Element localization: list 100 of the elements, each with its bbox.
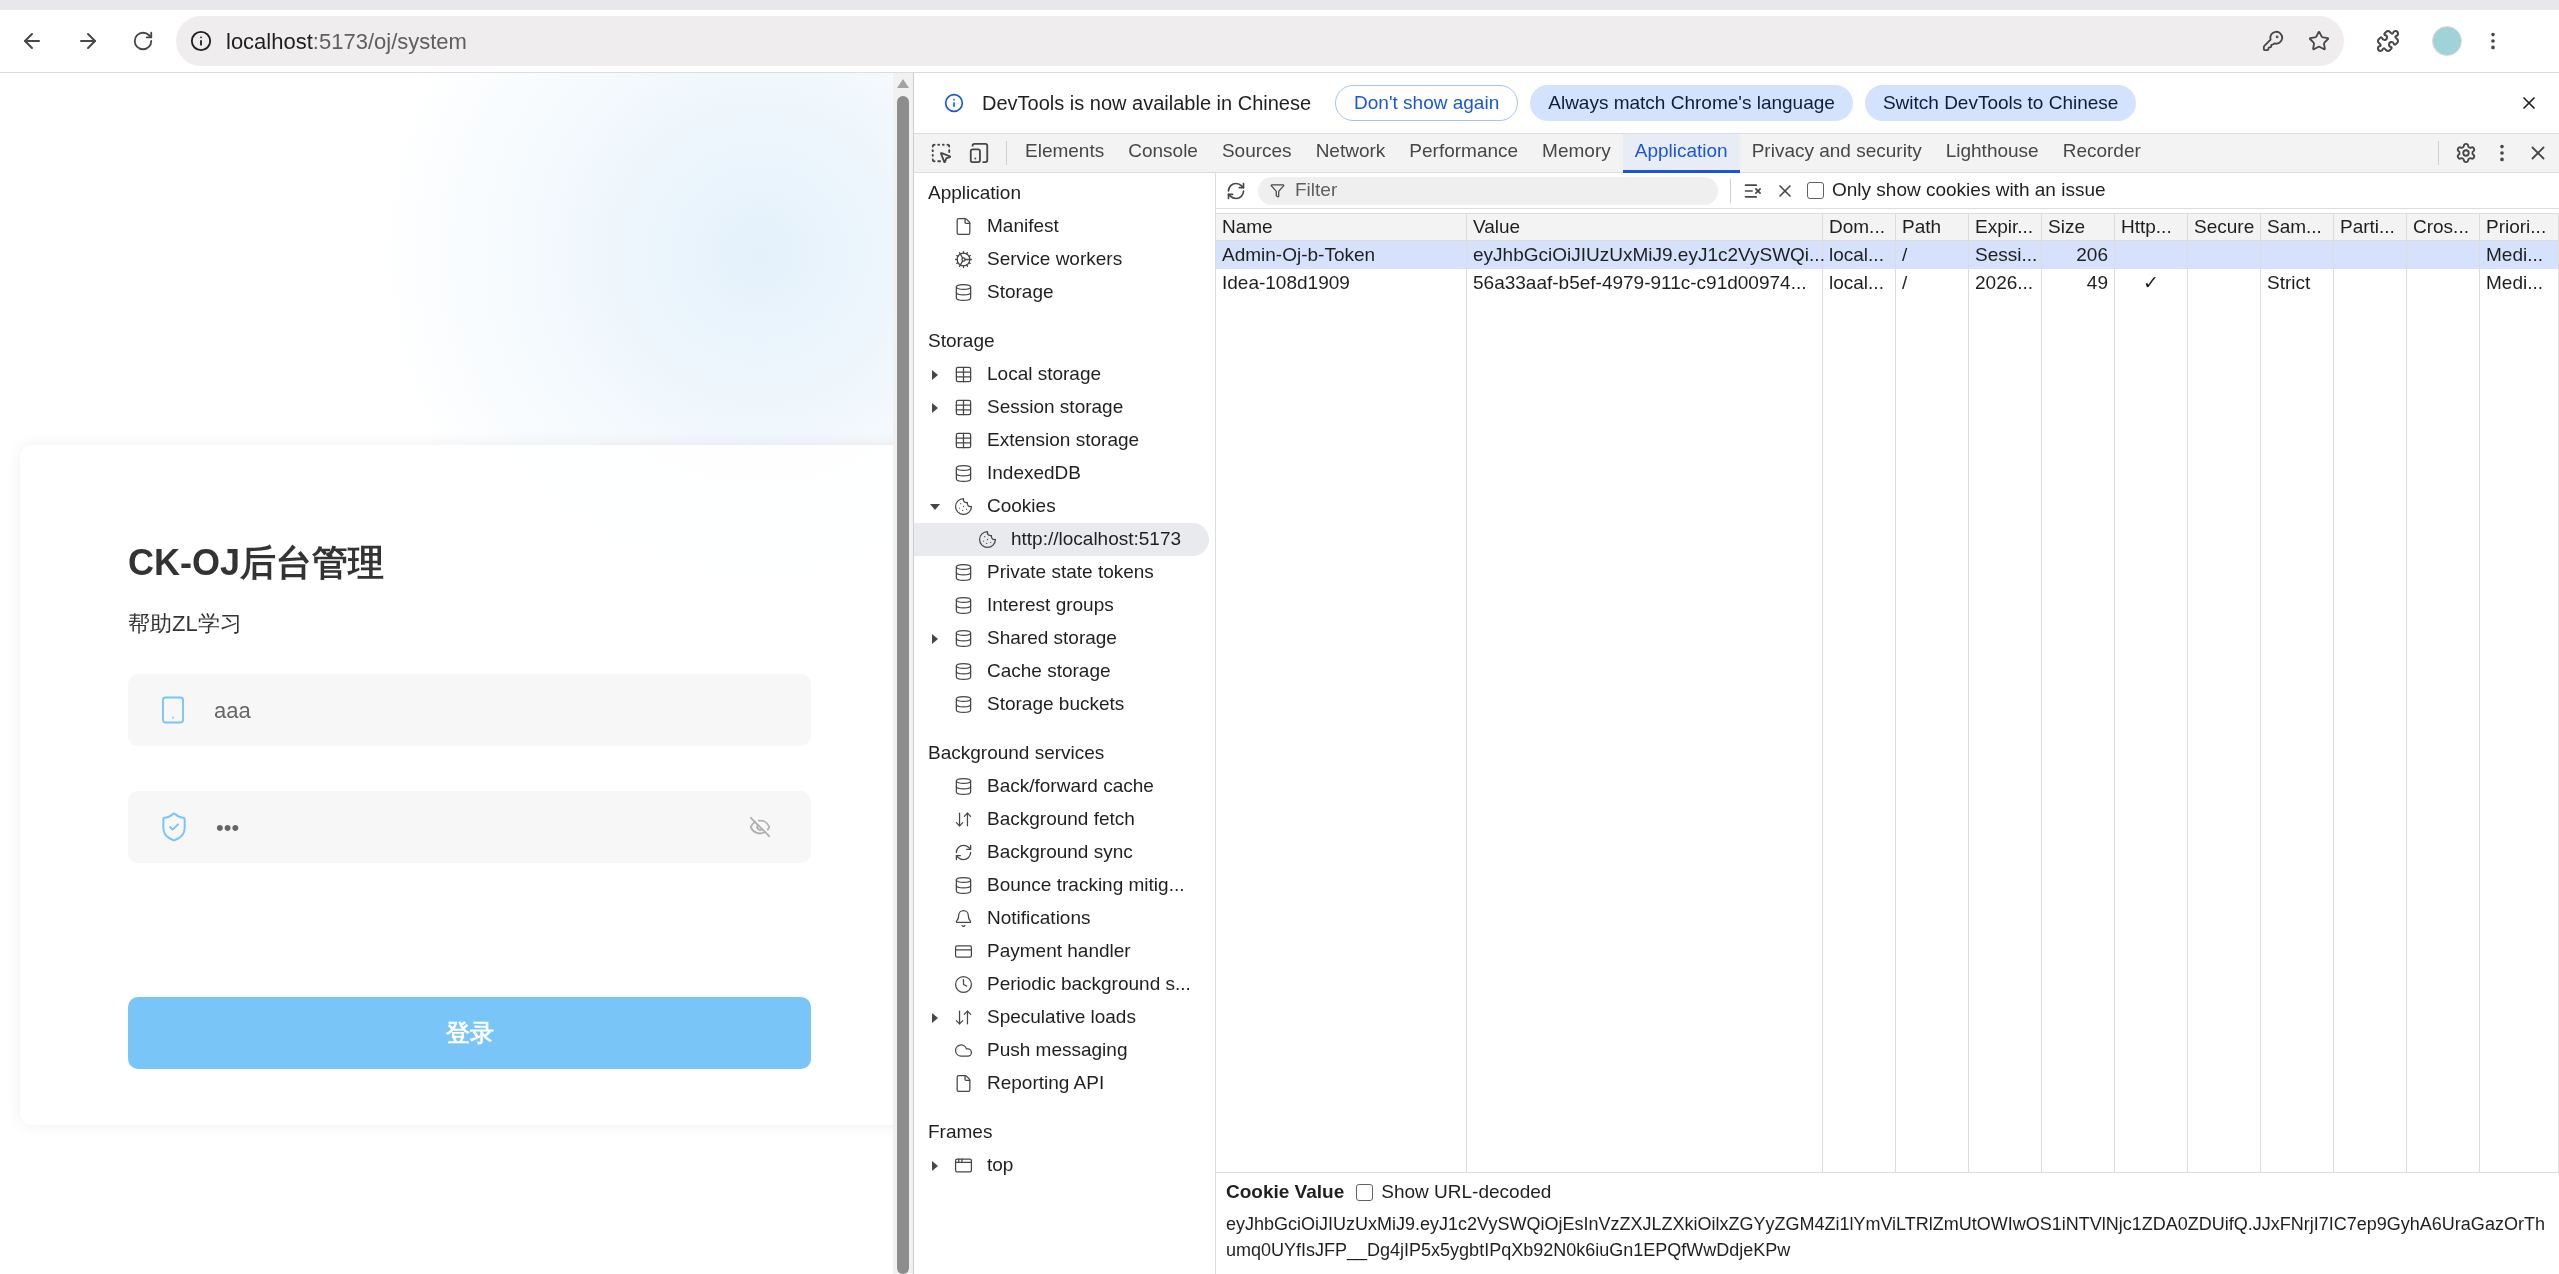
sidebar-item[interactable]: IndexedDB: [914, 457, 1209, 490]
column-header[interactable]: Secure: [2188, 214, 2261, 240]
star-icon[interactable]: [2308, 30, 2330, 52]
inspect-icon[interactable]: [930, 142, 952, 164]
sidebar-item[interactable]: Cookies: [914, 490, 1209, 523]
devtools-tab[interactable]: Network: [1303, 133, 1398, 173]
column-header[interactable]: Path: [1896, 214, 1969, 240]
infobar-button[interactable]: Don't show again: [1335, 85, 1519, 121]
cookie-value-label: Cookie Value: [1226, 1179, 1345, 1204]
sidebar-item[interactable]: Bounce tracking mitig...: [914, 869, 1209, 902]
sidebar-item[interactable]: Storage buckets: [914, 688, 1209, 721]
sidebar-item[interactable]: Storage: [914, 276, 1209, 309]
sidebar-item[interactable]: Reporting API: [914, 1067, 1209, 1100]
cookie-icon: [954, 497, 973, 516]
column-header[interactable]: Priori...: [2480, 214, 2559, 240]
table-cell-text: local...: [1829, 270, 1884, 295]
password-field[interactable]: •••: [128, 791, 811, 863]
sidebar-item[interactable]: Notifications: [914, 902, 1209, 935]
sidebar-item[interactable]: http://localhost:5173: [914, 523, 1209, 556]
sidebar-item[interactable]: Service workers: [914, 243, 1209, 276]
updown-icon: [954, 1008, 973, 1027]
devtools-tab[interactable]: Memory: [1530, 133, 1623, 173]
info-icon[interactable]: [190, 30, 212, 52]
column-header[interactable]: Parti...: [2334, 214, 2407, 240]
sidebar-item[interactable]: Extension storage: [914, 424, 1209, 457]
sidebar-item[interactable]: Back/forward cache: [914, 770, 1209, 803]
table-cell-text: 206: [2076, 242, 2108, 267]
column-header[interactable]: Name: [1216, 214, 1467, 240]
expand-arrow-icon[interactable]: [930, 1160, 940, 1171]
url-text: localhost:5173/oj/system: [226, 27, 467, 56]
devtools-tab[interactable]: Privacy and security: [1739, 133, 1934, 173]
sidebar-item[interactable]: Local storage: [914, 358, 1209, 391]
sidebar-item[interactable]: Speculative loads: [914, 1001, 1209, 1034]
expand-arrow-icon[interactable]: [930, 633, 940, 644]
database-icon: [954, 777, 973, 796]
sidebar-item[interactable]: Background sync: [914, 836, 1209, 869]
cloud-icon: [954, 1041, 973, 1060]
database-icon: [954, 662, 973, 681]
scrollbar[interactable]: [893, 73, 913, 1274]
devtools-tab[interactable]: Elements: [1013, 133, 1117, 173]
sidebar-section-title: Background services: [927, 741, 1106, 766]
column-header[interactable]: Sam...: [2261, 214, 2334, 240]
database-icon: [954, 283, 973, 302]
scrollbar-thumb[interactable]: [897, 96, 909, 1274]
devtools-tab[interactable]: Application: [1622, 133, 1740, 173]
devtools-tab[interactable]: Sources: [1209, 133, 1304, 173]
column-header[interactable]: Expir...: [1969, 214, 2042, 240]
sync-icon: [954, 843, 973, 862]
username-field[interactable]: aaa: [128, 674, 811, 746]
filter-field[interactable]: Filter: [1258, 176, 1718, 205]
column-header[interactable]: Size: [2042, 214, 2115, 240]
sidebar-section-title: Storage: [927, 329, 996, 354]
address-bar[interactable]: localhost:5173/oj/system: [176, 16, 2344, 66]
devtools-tab[interactable]: Recorder: [2050, 133, 2153, 173]
issue-checkbox[interactable]: [1807, 182, 1824, 199]
table-cell-text: ✓: [2143, 270, 2159, 295]
infobar-button[interactable]: Switch DevTools to Chinese: [1864, 85, 2137, 121]
column-header[interactable]: Dom...: [1823, 214, 1896, 240]
sidebar-item[interactable]: top: [914, 1149, 1209, 1182]
sidebar-item[interactable]: Cache storage: [914, 655, 1209, 688]
file-icon: [954, 217, 973, 236]
extensions-icon[interactable]: [2376, 29, 2400, 53]
table-cell-text: eyJhbGciOiJIUzUxMiJ9.eyJ1c2VySWQi...: [1473, 242, 1825, 267]
table-cell-text: Strict: [2267, 270, 2311, 295]
sidebar-item[interactable]: Shared storage: [914, 622, 1209, 655]
column-header[interactable]: Http...: [2115, 214, 2188, 240]
settings-icon[interactable]: [2455, 142, 2477, 164]
collapse-arrow-icon[interactable]: [930, 501, 940, 512]
sidebar-item[interactable]: Periodic background s...: [914, 968, 1209, 1001]
cookie-value-text: eyJhbGciOiJIUzUxMiJ9.eyJ1c2VySWQiOjEsInVzZXJLZXkiOilxZGYyZGM4Zi1lYmViLTRlZmUtOWIwOS1iNTVlNjc1ZDA0ZDUifQ.JJxFNrjI7IC7ep9GyhA6UraGazOrThumq0UYfIsJFP__Dg4jIP5x5ygbtIPqXb92N0k6iuGn1EPQfWwDdjeKPw: [1226, 1213, 2546, 1263]
sidebar-item[interactable]: Manifest: [914, 210, 1209, 243]
expand-arrow-icon[interactable]: [930, 369, 940, 380]
table-cell-text: /: [1902, 270, 1908, 295]
file-icon: [954, 1074, 973, 1093]
devtools-tab[interactable]: Performance: [1397, 133, 1531, 173]
devtools-tab[interactable]: Lighthouse: [1933, 133, 2051, 173]
table-cell-text: /: [1902, 242, 1908, 267]
database-icon: [954, 596, 973, 615]
expand-arrow-icon[interactable]: [930, 402, 940, 413]
refresh-icon[interactable]: [1226, 180, 1246, 201]
column-header[interactable]: Value: [1467, 214, 1823, 240]
database-icon: [954, 876, 973, 895]
device-toolbar-icon[interactable]: [968, 142, 990, 164]
sidebar-item[interactable]: Background fetch: [914, 803, 1209, 836]
cookie-row[interactable]: Admin-Oj-b-Token eyJhbGciOiJIUzUxMiJ9.eyJ1c2VySWQi... local... / Sessi... 206 Medi...: [1216, 241, 2559, 269]
sidebar-item[interactable]: Push messaging: [914, 1034, 1209, 1067]
bell-icon: [954, 909, 973, 928]
cookie-icon: [978, 530, 997, 549]
expand-arrow-icon[interactable]: [930, 1012, 940, 1023]
reload-icon[interactable]: [132, 30, 154, 52]
infobar-button[interactable]: Always match Chrome's language: [1530, 85, 1853, 121]
card-icon: [954, 942, 973, 961]
sidebar-item[interactable]: Private state tokens: [914, 556, 1209, 589]
column-header[interactable]: Cros...: [2407, 214, 2480, 240]
sidebar-item[interactable]: Payment handler: [914, 935, 1209, 968]
sidebar-item[interactable]: Interest groups: [914, 589, 1209, 622]
url-decode-checkbox[interactable]: [1356, 1183, 1374, 1201]
sidebar-item[interactable]: Session storage: [914, 391, 1209, 424]
devtools-tab[interactable]: Console: [1116, 133, 1210, 173]
key-icon[interactable]: [2262, 30, 2284, 52]
